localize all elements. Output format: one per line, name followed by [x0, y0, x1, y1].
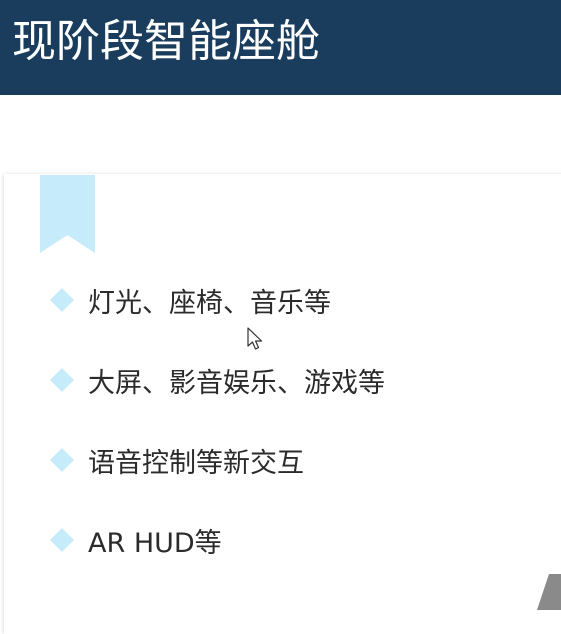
- bullet-item-4: AR HUD等: [50, 520, 222, 560]
- slide-title: 现阶段智能座舱: [12, 16, 320, 67]
- diamond-bullet-icon: [50, 288, 74, 312]
- bullet-text: 语音控制等新交互: [88, 447, 304, 479]
- bullet-text: 大屏、影音娱乐、游戏等: [88, 367, 385, 399]
- corner-decoration: [537, 574, 561, 610]
- bullet-text: 灯光、座椅、音乐等: [88, 287, 331, 319]
- bullet-item-2: 大屏、影音娱乐、游戏等: [50, 360, 385, 400]
- mouse-cursor-icon: [247, 327, 263, 350]
- diamond-bullet-icon: [50, 368, 74, 392]
- diamond-bullet-icon: [50, 448, 74, 472]
- bullet-item-1: 灯光、座椅、音乐等: [50, 280, 331, 320]
- bullet-text: AR HUD等: [88, 527, 222, 559]
- diamond-bullet-icon: [50, 528, 74, 552]
- bullet-item-3: 语音控制等新交互: [50, 440, 304, 480]
- bookmark-ribbon-icon: [40, 175, 95, 253]
- slide-header: 现阶段智能座舱: [0, 0, 561, 95]
